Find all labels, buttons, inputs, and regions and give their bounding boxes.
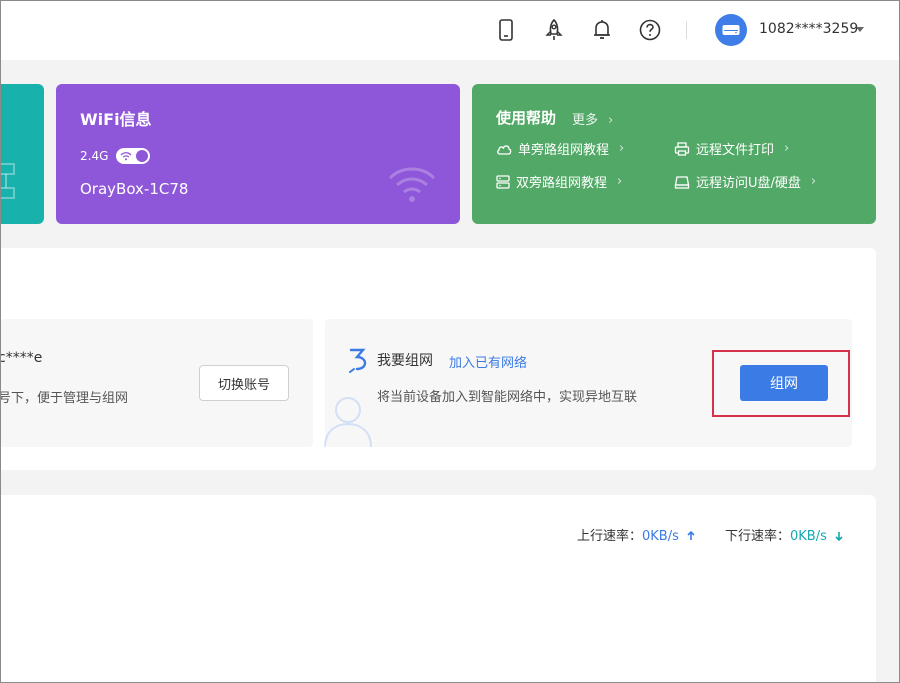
account-masked-name: c****e — [0, 350, 43, 366]
user-id[interactable]: 1082****3259 — [759, 21, 858, 37]
network-logo-icon — [349, 348, 367, 373]
server-icon — [496, 174, 510, 189]
arrow-down-icon — [835, 532, 843, 542]
help-link-label: 双旁路组网教程 — [516, 176, 608, 191]
device-card[interactable] — [0, 84, 44, 224]
upload-speed-value: 0KB/s — [642, 529, 679, 544]
help-icon[interactable] — [638, 18, 662, 42]
download-speed-label: 下行速率： — [725, 529, 791, 544]
drive-icon — [674, 175, 690, 189]
network-icon — [0, 163, 15, 199]
traffic-panel — [0, 495, 876, 683]
top-header: 1082****3259 — [0, 0, 900, 60]
chevron-right-icon: › — [810, 174, 817, 189]
help-more-label: 更多 — [572, 113, 599, 128]
help-link-label: 远程文件打印 — [696, 143, 775, 158]
chevron-right-icon: › — [617, 174, 623, 189]
printer-icon — [674, 141, 690, 156]
avatar[interactable] — [715, 14, 747, 46]
account-description: 号下，便于管理与组网 — [0, 391, 129, 406]
join-existing-network-link[interactable]: 加入已有网络 — [449, 352, 527, 371]
download-speed-value: 0KB/s — [790, 529, 827, 544]
help-card: 使用帮助 更多 › 单旁路组网教程 › 远程文件打印 › 双旁路组网教程 › 远… — [472, 84, 876, 224]
upload-speed-label: 上行速率： — [577, 529, 643, 544]
upload-speed: 上行速率：0KB/s — [577, 525, 695, 544]
wifi-icon — [120, 152, 132, 161]
help-link-dual-bypass[interactable]: 双旁路组网教程 › — [496, 172, 622, 191]
network-description: 将当前设备加入到智能网络中，实现异地互联 — [377, 390, 638, 405]
wifi-watermark-icon — [388, 167, 436, 202]
chevron-right-icon: › — [784, 141, 790, 156]
chevron-right-icon: › — [619, 141, 625, 156]
help-title: 使用帮助 — [496, 109, 557, 127]
chevron-down-icon[interactable] — [856, 27, 864, 32]
create-network-button[interactable]: 组网 — [740, 365, 828, 401]
bell-icon[interactable] — [590, 18, 614, 42]
help-link-label: 单旁路组网教程 — [518, 143, 610, 158]
wifi-title: WiFi信息 — [80, 110, 152, 129]
wifi-band: 2.4G — [80, 149, 109, 163]
help-link-label: 远程访问U盘/硬盘 — [696, 176, 801, 191]
toggle-knob — [136, 150, 148, 162]
network-title: 我要组网 — [377, 353, 433, 369]
arrow-up-icon — [687, 530, 695, 540]
wifi-ssid: OrayBox-1C78 — [80, 180, 189, 198]
download-speed: 下行速率：0KB/s — [725, 525, 843, 544]
help-link-single-bypass[interactable]: 单旁路组网教程 › — [496, 139, 624, 158]
phone-icon[interactable] — [494, 18, 518, 42]
chevron-right-icon: › — [608, 113, 614, 128]
help-link-remote-drive[interactable]: 远程访问U盘/硬盘 › — [674, 172, 816, 191]
help-more-link[interactable]: 更多 › — [572, 109, 613, 128]
wifi-toggle[interactable] — [116, 148, 150, 164]
user-silhouette-icon — [324, 397, 372, 447]
help-link-remote-print[interactable]: 远程文件打印 › — [674, 139, 789, 158]
cloud-icon — [497, 144, 512, 155]
switch-account-button[interactable]: 切换账号 — [199, 365, 289, 401]
wifi-card[interactable]: WiFi信息 2.4G OrayBox-1C78 — [56, 84, 460, 224]
header-divider — [686, 21, 687, 39]
rocket-icon[interactable] — [542, 18, 566, 42]
